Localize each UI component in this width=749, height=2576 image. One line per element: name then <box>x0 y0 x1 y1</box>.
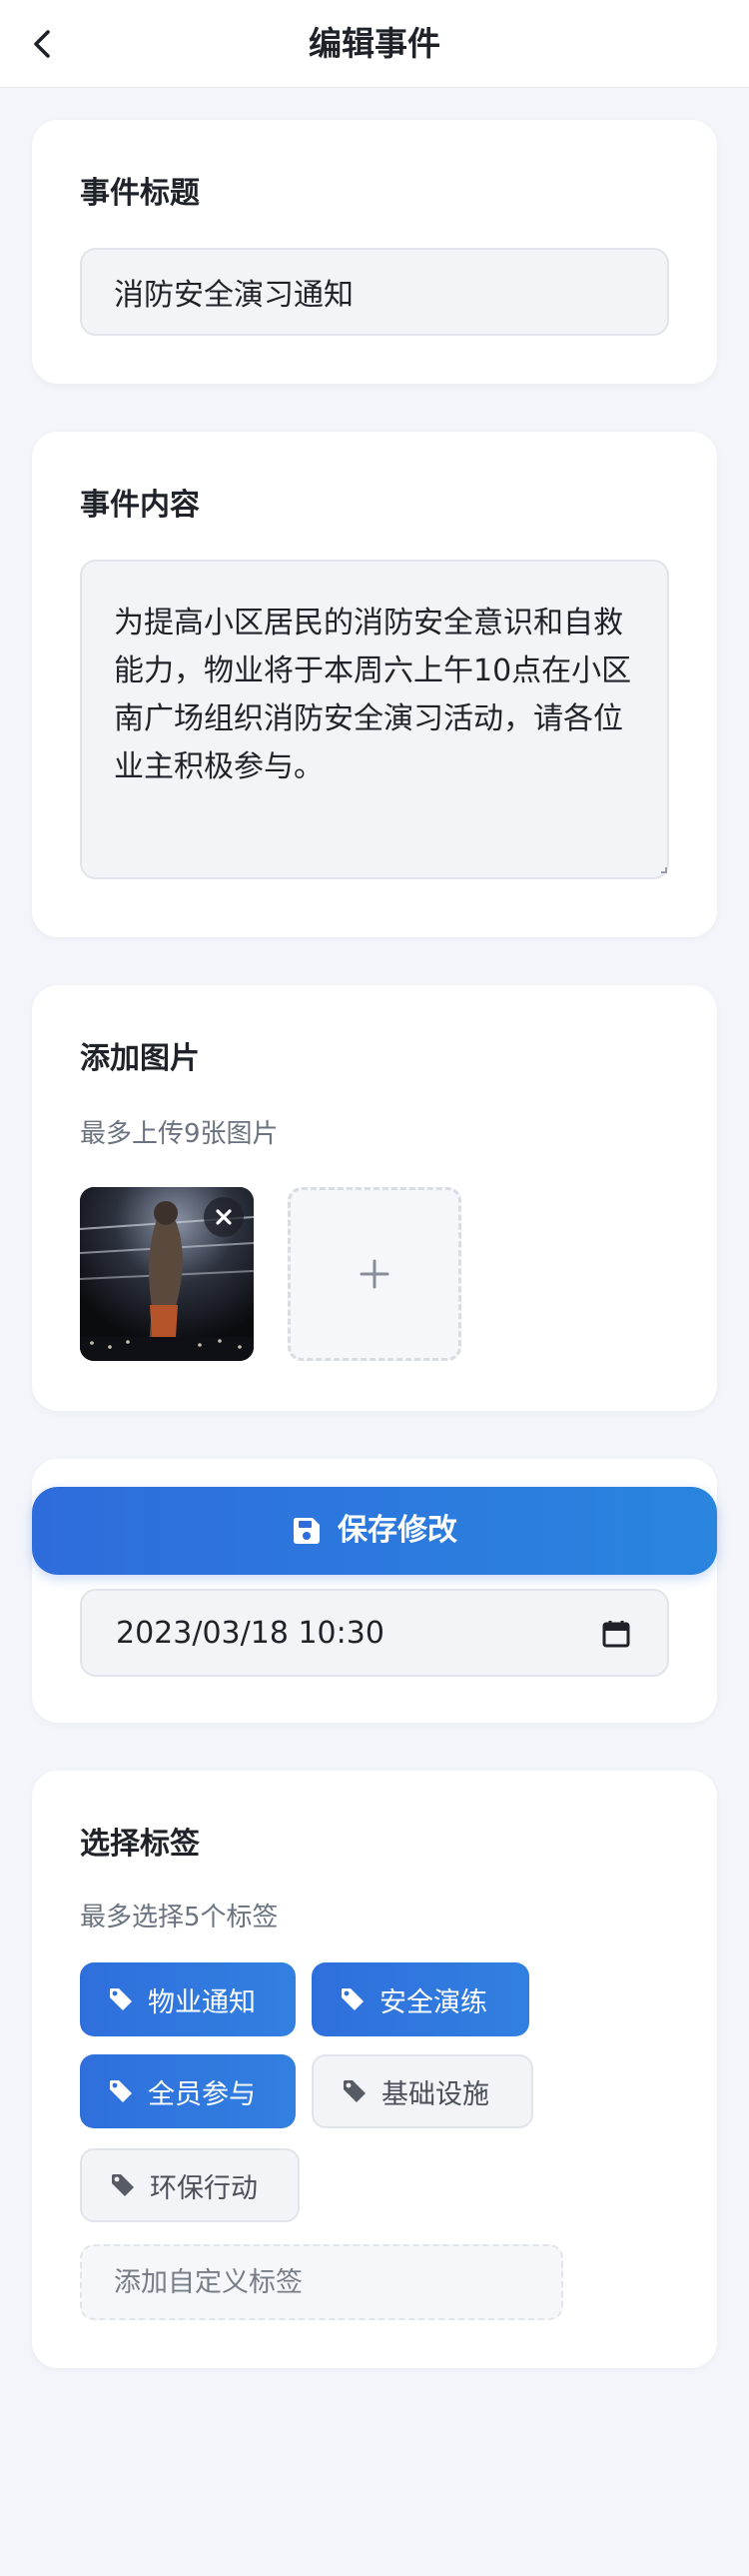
event-title-label: 事件标题 <box>80 176 200 211</box>
resize-handle-icon[interactable] <box>661 867 667 873</box>
image-thumbnail[interactable] <box>80 1187 254 1361</box>
app-header: 编辑事件 <box>0 0 749 88</box>
tag-icon <box>342 1988 364 2010</box>
remove-image-button[interactable] <box>204 1197 244 1237</box>
floppy-disk-icon <box>293 1518 320 1544</box>
images-hint: 最多上传9张图片 <box>80 1119 279 1149</box>
tag-label: 环保行动 <box>150 2172 258 2204</box>
calendar-icon[interactable] <box>601 1619 631 1649</box>
tag-label: 安全演练 <box>379 1986 487 2018</box>
custom-tag-input[interactable] <box>80 2244 563 2320</box>
tags-label: 选择标签 <box>80 1827 200 1862</box>
tag-quanyuan-canyu[interactable]: 全员参与 <box>80 2054 296 2128</box>
tag-icon <box>110 2080 132 2102</box>
tag-label: 物业通知 <box>148 1986 256 2018</box>
tag-huanbao-xingdong[interactable]: 环保行动 <box>80 2148 300 2222</box>
tag-icon <box>110 1988 132 2010</box>
plus-icon <box>360 1259 389 1289</box>
tag-label: 基础设施 <box>381 2078 489 2110</box>
images-label: 添加图片 <box>80 1041 200 1076</box>
datetime-value: 2023/03/18 10:30 <box>116 1615 384 1651</box>
images-card: 添加图片 最多上传9张图片 <box>32 985 717 1411</box>
tag-label: 全员参与 <box>148 2078 256 2110</box>
add-image-button[interactable] <box>288 1187 461 1361</box>
close-icon <box>216 1209 232 1225</box>
page-title: 编辑事件 <box>309 24 440 63</box>
event-title-card: 事件标题 <box>32 120 717 384</box>
event-content-card: 事件内容 为提高小区居民的消防安全意识和自救能力，物业将于本周六上午10点在小区… <box>32 432 717 937</box>
tag-wuye-tongzhi[interactable]: 物业通知 <box>80 1962 296 2036</box>
event-title-input[interactable] <box>80 248 669 336</box>
save-button[interactable]: 保存修改 <box>32 1487 717 1575</box>
save-button-label: 保存修改 <box>338 1513 457 1548</box>
tag-icon <box>112 2174 134 2196</box>
tags-hint: 最多选择5个标签 <box>80 1903 279 1932</box>
event-content-textarea[interactable]: 为提高小区居民的消防安全意识和自救能力，物业将于本周六上午10点在小区南广场组织… <box>80 560 669 879</box>
tag-anquan-yanlian[interactable]: 安全演练 <box>312 1962 529 2036</box>
tag-icon <box>344 2080 366 2102</box>
event-content-label: 事件内容 <box>80 488 200 523</box>
tag-jichu-sheshi[interactable]: 基础设施 <box>312 2054 533 2128</box>
datetime-input[interactable]: 2023/03/18 10:30 <box>80 1589 669 1677</box>
